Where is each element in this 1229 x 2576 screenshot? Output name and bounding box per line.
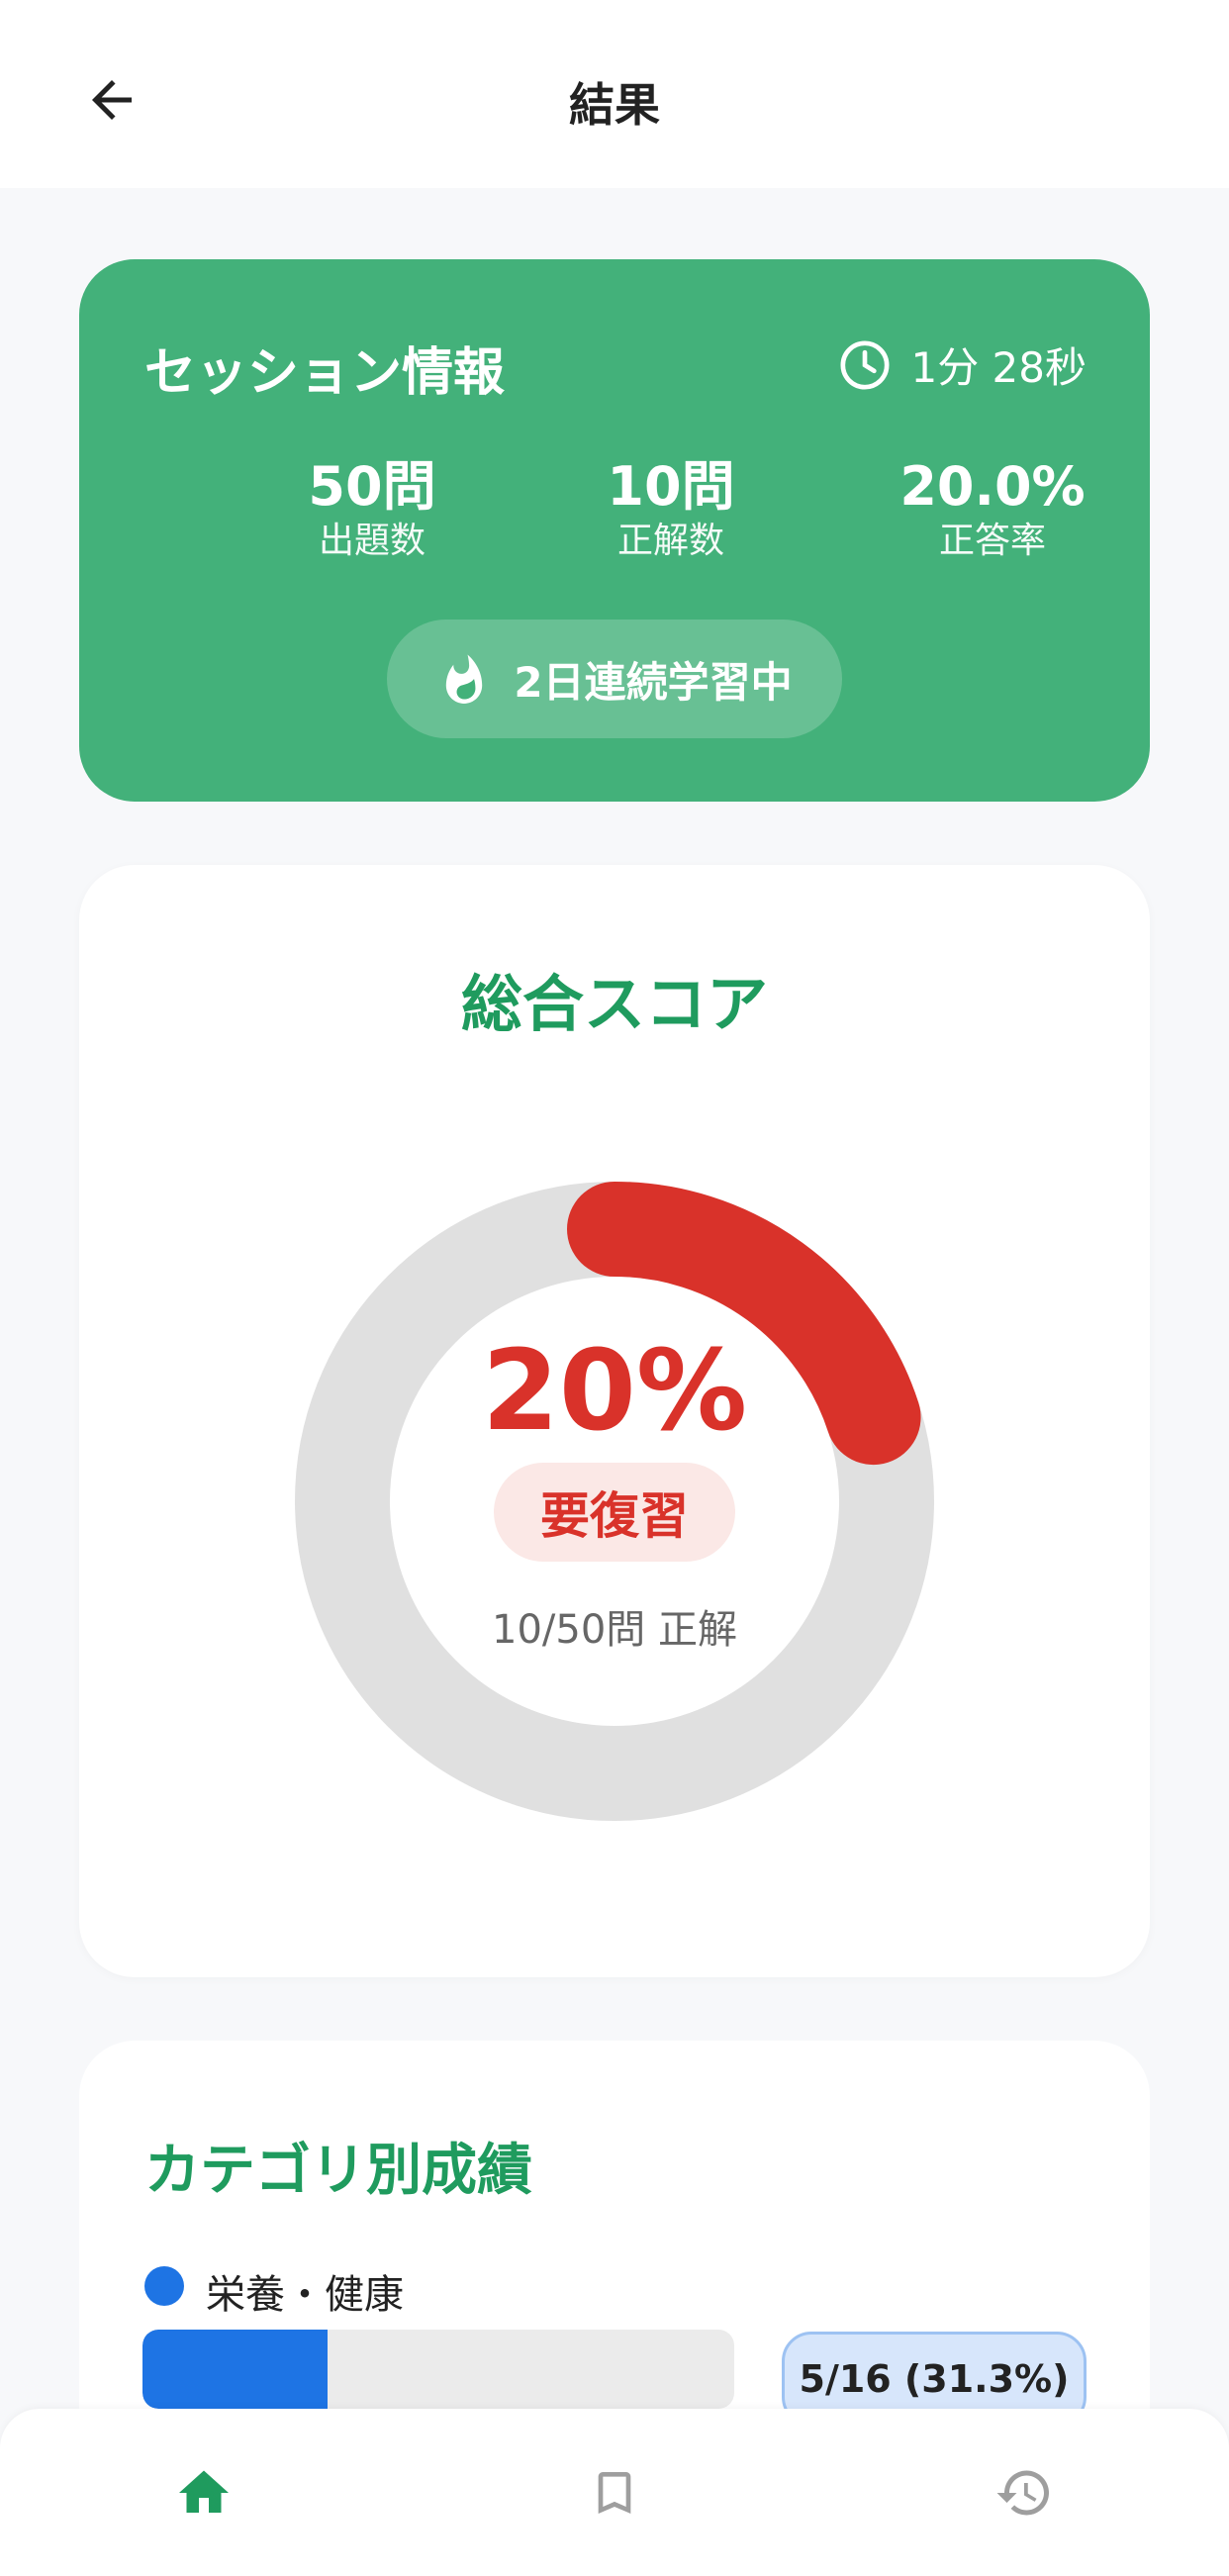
overall-score-card: 総合スコア 20% 要復習 10/50問 正解 — [79, 865, 1150, 1977]
category-color-dot — [144, 2266, 184, 2306]
session-info-card: セッション情報 1分 28秒 50問 出題数 10問 正解数 20.0% 正答率… — [79, 259, 1150, 802]
nav-home[interactable] — [159, 2448, 248, 2537]
stat-value: 50問 — [308, 455, 436, 518]
stat-questions: 50問 出題数 — [224, 455, 520, 564]
category-name: 栄養・健康 — [206, 2272, 404, 2318]
session-title: セッション情報 — [144, 343, 506, 403]
app-bar: 結果 — [0, 0, 1229, 188]
nav-history[interactable] — [980, 2448, 1069, 2537]
stat-value: 20.0% — [899, 455, 1086, 518]
session-time-text: 1分 28秒 — [910, 343, 1087, 392]
streak-text: 2日連続学習中 — [514, 657, 793, 707]
nav-bookmarks[interactable] — [570, 2448, 659, 2537]
stat-rate: 20.0% 正答率 — [844, 455, 1141, 564]
home-icon — [179, 2470, 229, 2513]
page-title: 結果 — [569, 78, 660, 132]
fire-icon — [446, 654, 483, 704]
category-title: カテゴリ別成績 — [144, 2139, 532, 2203]
session-time: 1分 28秒 — [837, 334, 1087, 395]
category-progress-track — [142, 2330, 734, 2409]
bottom-navigation — [0, 2409, 1229, 2576]
bookmark-icon — [598, 2472, 631, 2514]
category-progress-fill — [142, 2330, 329, 2409]
clock-icon — [840, 340, 890, 389]
score-percent: 20% — [481, 1327, 748, 1456]
score-correct-count: 10/50問 正解 — [492, 1607, 737, 1653]
stat-label: 出題数 — [318, 521, 425, 561]
score-status-badge: 要復習 — [494, 1463, 735, 1562]
stat-label: 正解数 — [616, 521, 724, 561]
stat-value: 10問 — [607, 455, 735, 518]
session-stats: 50問 出題数 10問 正解数 20.0% 正答率 — [79, 455, 1150, 574]
streak-badge: 2日連続学習中 — [387, 620, 842, 738]
stat-label: 正答率 — [938, 521, 1046, 561]
stat-correct: 10問 正解数 — [522, 455, 819, 564]
history-icon — [996, 2470, 1049, 2516]
score-title: 総合スコア — [460, 968, 768, 1040]
score-ring-center: 20% 要復習 10/50問 正解 — [295, 1182, 934, 1821]
